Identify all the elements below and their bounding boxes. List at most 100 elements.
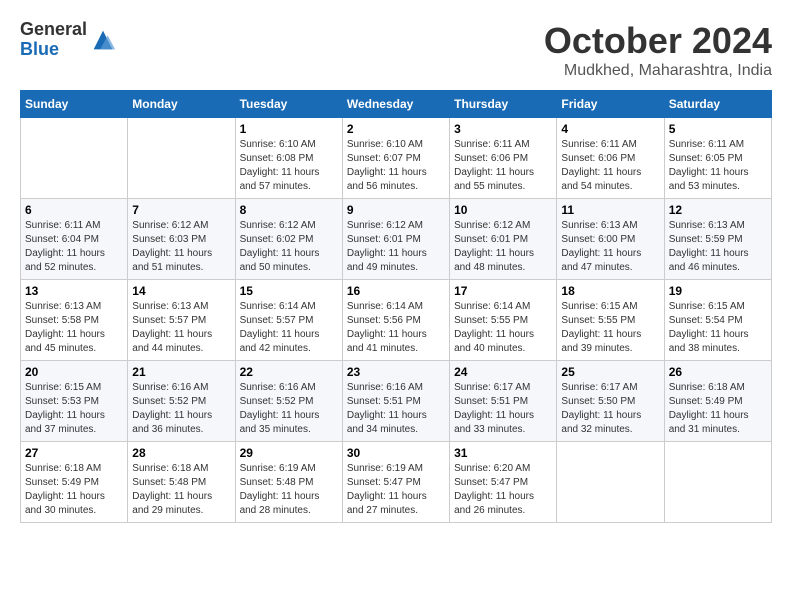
day-info: Sunrise: 6:11 AM Sunset: 6:05 PM Dayligh… <box>669 138 767 194</box>
day-number: 18 <box>561 284 659 298</box>
day-number: 10 <box>454 203 552 217</box>
day-info: Sunrise: 6:15 AM Sunset: 5:53 PM Dayligh… <box>25 381 123 437</box>
calendar-week-row: 6 Sunrise: 6:11 AM Sunset: 6:04 PM Daylig… <box>21 199 772 280</box>
day-number: 22 <box>240 365 338 379</box>
day-number: 19 <box>669 284 767 298</box>
calendar-cell: 2Sunrise: 6:10 AM Sunset: 6:07 PM Daylig… <box>342 118 449 199</box>
day-number: 8 <box>240 203 338 217</box>
day-number: 21 <box>132 365 230 379</box>
calendar-header-wednesday: Wednesday <box>342 91 449 118</box>
calendar-cell <box>128 118 235 199</box>
day-number: 23 <box>347 365 445 379</box>
day-info: Sunrise: 6:18 AM Sunset: 5:49 PM Dayligh… <box>669 381 767 437</box>
calendar-cell: 29Sunrise: 6:19 AM Sunset: 5:48 PM Dayli… <box>235 442 342 523</box>
calendar-header-monday: Monday <box>128 91 235 118</box>
day-info: Sunrise: 6:14 AM Sunset: 5:57 PM Dayligh… <box>240 300 338 356</box>
day-number: 13 <box>25 284 123 298</box>
calendar-header-tuesday: Tuesday <box>235 91 342 118</box>
day-info: Sunrise: 6:13 AM Sunset: 5:59 PM Dayligh… <box>669 219 767 275</box>
day-info: Sunrise: 6:18 AM Sunset: 5:48 PM Dayligh… <box>132 462 230 518</box>
day-info: Sunrise: 6:17 AM Sunset: 5:51 PM Dayligh… <box>454 381 552 437</box>
day-info: Sunrise: 6:14 AM Sunset: 5:56 PM Dayligh… <box>347 300 445 356</box>
day-number: 9 <box>347 203 445 217</box>
calendar-cell: 30Sunrise: 6:19 AM Sunset: 5:47 PM Dayli… <box>342 442 449 523</box>
day-info: Sunrise: 6:11 AM Sunset: 6:06 PM Dayligh… <box>454 138 552 194</box>
calendar-week-row: 13 Sunrise: 6:13 AM Sunset: 5:58 PM Dayli… <box>21 280 772 361</box>
calendar-cell: 17 Sunrise: 6:14 AM Sunset: 5:55 PM Dayli… <box>450 280 557 361</box>
day-info: Sunrise: 6:15 AM Sunset: 5:55 PM Dayligh… <box>561 300 659 356</box>
day-number: 6 <box>25 203 123 217</box>
logo: General Blue <box>20 20 117 60</box>
day-info: Sunrise: 6:19 AM Sunset: 5:47 PM Dayligh… <box>347 462 445 518</box>
day-number: 17 <box>454 284 552 298</box>
calendar-cell: 12 Sunrise: 6:13 AM Sunset: 5:59 PM Dayli… <box>664 199 771 280</box>
logo-icon <box>89 26 117 54</box>
day-info: Sunrise: 6:12 AM Sunset: 6:03 PM Dayligh… <box>132 219 230 275</box>
calendar-week-row: 20 Sunrise: 6:15 AM Sunset: 5:53 PM Dayli… <box>21 361 772 442</box>
day-info: Sunrise: 6:13 AM Sunset: 5:57 PM Dayligh… <box>132 300 230 356</box>
calendar-cell: 15 Sunrise: 6:14 AM Sunset: 5:57 PM Dayli… <box>235 280 342 361</box>
day-number: 24 <box>454 365 552 379</box>
calendar-cell: 4 Sunrise: 6:11 AM Sunset: 6:06 PM Daylig… <box>557 118 664 199</box>
day-number: 1 <box>240 122 338 136</box>
calendar-cell: 21 Sunrise: 6:16 AM Sunset: 5:52 PM Dayli… <box>128 361 235 442</box>
calendar-cell: 16 Sunrise: 6:14 AM Sunset: 5:56 PM Dayli… <box>342 280 449 361</box>
calendar-cell: 31Sunrise: 6:20 AM Sunset: 5:47 PM Dayli… <box>450 442 557 523</box>
day-number: 20 <box>25 365 123 379</box>
day-number: 11 <box>561 203 659 217</box>
calendar-cell: 20 Sunrise: 6:15 AM Sunset: 5:53 PM Dayli… <box>21 361 128 442</box>
calendar-cell: 3Sunrise: 6:11 AM Sunset: 6:06 PM Daylig… <box>450 118 557 199</box>
calendar-cell: 18 Sunrise: 6:15 AM Sunset: 5:55 PM Dayli… <box>557 280 664 361</box>
month-title: October 2024 <box>544 20 772 62</box>
location-text: Mudkhed, Maharashtra, India <box>544 62 772 80</box>
day-info: Sunrise: 6:12 AM Sunset: 6:02 PM Dayligh… <box>240 219 338 275</box>
calendar-cell: 5 Sunrise: 6:11 AM Sunset: 6:05 PM Daylig… <box>664 118 771 199</box>
calendar-cell: 22 Sunrise: 6:16 AM Sunset: 5:52 PM Dayli… <box>235 361 342 442</box>
day-number: 27 <box>25 446 123 460</box>
calendar-cell: 14 Sunrise: 6:13 AM Sunset: 5:57 PM Dayli… <box>128 280 235 361</box>
day-info: Sunrise: 6:16 AM Sunset: 5:51 PM Dayligh… <box>347 381 445 437</box>
calendar-cell: 11 Sunrise: 6:13 AM Sunset: 6:00 PM Dayli… <box>557 199 664 280</box>
day-info: Sunrise: 6:16 AM Sunset: 5:52 PM Dayligh… <box>132 381 230 437</box>
calendar-cell: 7Sunrise: 6:12 AM Sunset: 6:03 PM Daylig… <box>128 199 235 280</box>
day-info: Sunrise: 6:17 AM Sunset: 5:50 PM Dayligh… <box>561 381 659 437</box>
day-info: Sunrise: 6:14 AM Sunset: 5:55 PM Dayligh… <box>454 300 552 356</box>
calendar-table: SundayMondayTuesdayWednesdayThursdayFrid… <box>20 90 772 523</box>
day-number: 16 <box>347 284 445 298</box>
day-info: Sunrise: 6:11 AM Sunset: 6:04 PM Dayligh… <box>25 219 123 275</box>
calendar-cell <box>21 118 128 199</box>
day-number: 14 <box>132 284 230 298</box>
calendar-header-thursday: Thursday <box>450 91 557 118</box>
calendar-cell: 24 Sunrise: 6:17 AM Sunset: 5:51 PM Dayli… <box>450 361 557 442</box>
day-info: Sunrise: 6:12 AM Sunset: 6:01 PM Dayligh… <box>454 219 552 275</box>
calendar-header-row: SundayMondayTuesdayWednesdayThursdayFrid… <box>21 91 772 118</box>
calendar-header-friday: Friday <box>557 91 664 118</box>
day-number: 5 <box>669 122 767 136</box>
calendar-header-sunday: Sunday <box>21 91 128 118</box>
calendar-cell: 9 Sunrise: 6:12 AM Sunset: 6:01 PM Daylig… <box>342 199 449 280</box>
day-number: 25 <box>561 365 659 379</box>
logo-general-text: General <box>20 20 87 40</box>
day-info: Sunrise: 6:11 AM Sunset: 6:06 PM Dayligh… <box>561 138 659 194</box>
day-number: 29 <box>240 446 338 460</box>
calendar-cell: 25 Sunrise: 6:17 AM Sunset: 5:50 PM Dayli… <box>557 361 664 442</box>
calendar-cell: 10 Sunrise: 6:12 AM Sunset: 6:01 PM Dayli… <box>450 199 557 280</box>
calendar-week-row: 1 Sunrise: 6:10 AM Sunset: 6:08 PM Daylig… <box>21 118 772 199</box>
day-info: Sunrise: 6:10 AM Sunset: 6:08 PM Dayligh… <box>240 138 338 194</box>
day-number: 4 <box>561 122 659 136</box>
day-info: Sunrise: 6:13 AM Sunset: 6:00 PM Dayligh… <box>561 219 659 275</box>
calendar-header-saturday: Saturday <box>664 91 771 118</box>
calendar-cell: 1 Sunrise: 6:10 AM Sunset: 6:08 PM Daylig… <box>235 118 342 199</box>
day-number: 12 <box>669 203 767 217</box>
calendar-cell: 8 Sunrise: 6:12 AM Sunset: 6:02 PM Daylig… <box>235 199 342 280</box>
day-info: Sunrise: 6:16 AM Sunset: 5:52 PM Dayligh… <box>240 381 338 437</box>
calendar-cell: 28 Sunrise: 6:18 AM Sunset: 5:48 PM Dayli… <box>128 442 235 523</box>
day-number: 2 <box>347 122 445 136</box>
day-number: 15 <box>240 284 338 298</box>
day-info: Sunrise: 6:13 AM Sunset: 5:58 PM Dayligh… <box>25 300 123 356</box>
day-number: 31 <box>454 446 552 460</box>
calendar-cell: 19Sunrise: 6:15 AM Sunset: 5:54 PM Dayli… <box>664 280 771 361</box>
calendar-cell <box>557 442 664 523</box>
day-info: Sunrise: 6:12 AM Sunset: 6:01 PM Dayligh… <box>347 219 445 275</box>
day-number: 28 <box>132 446 230 460</box>
